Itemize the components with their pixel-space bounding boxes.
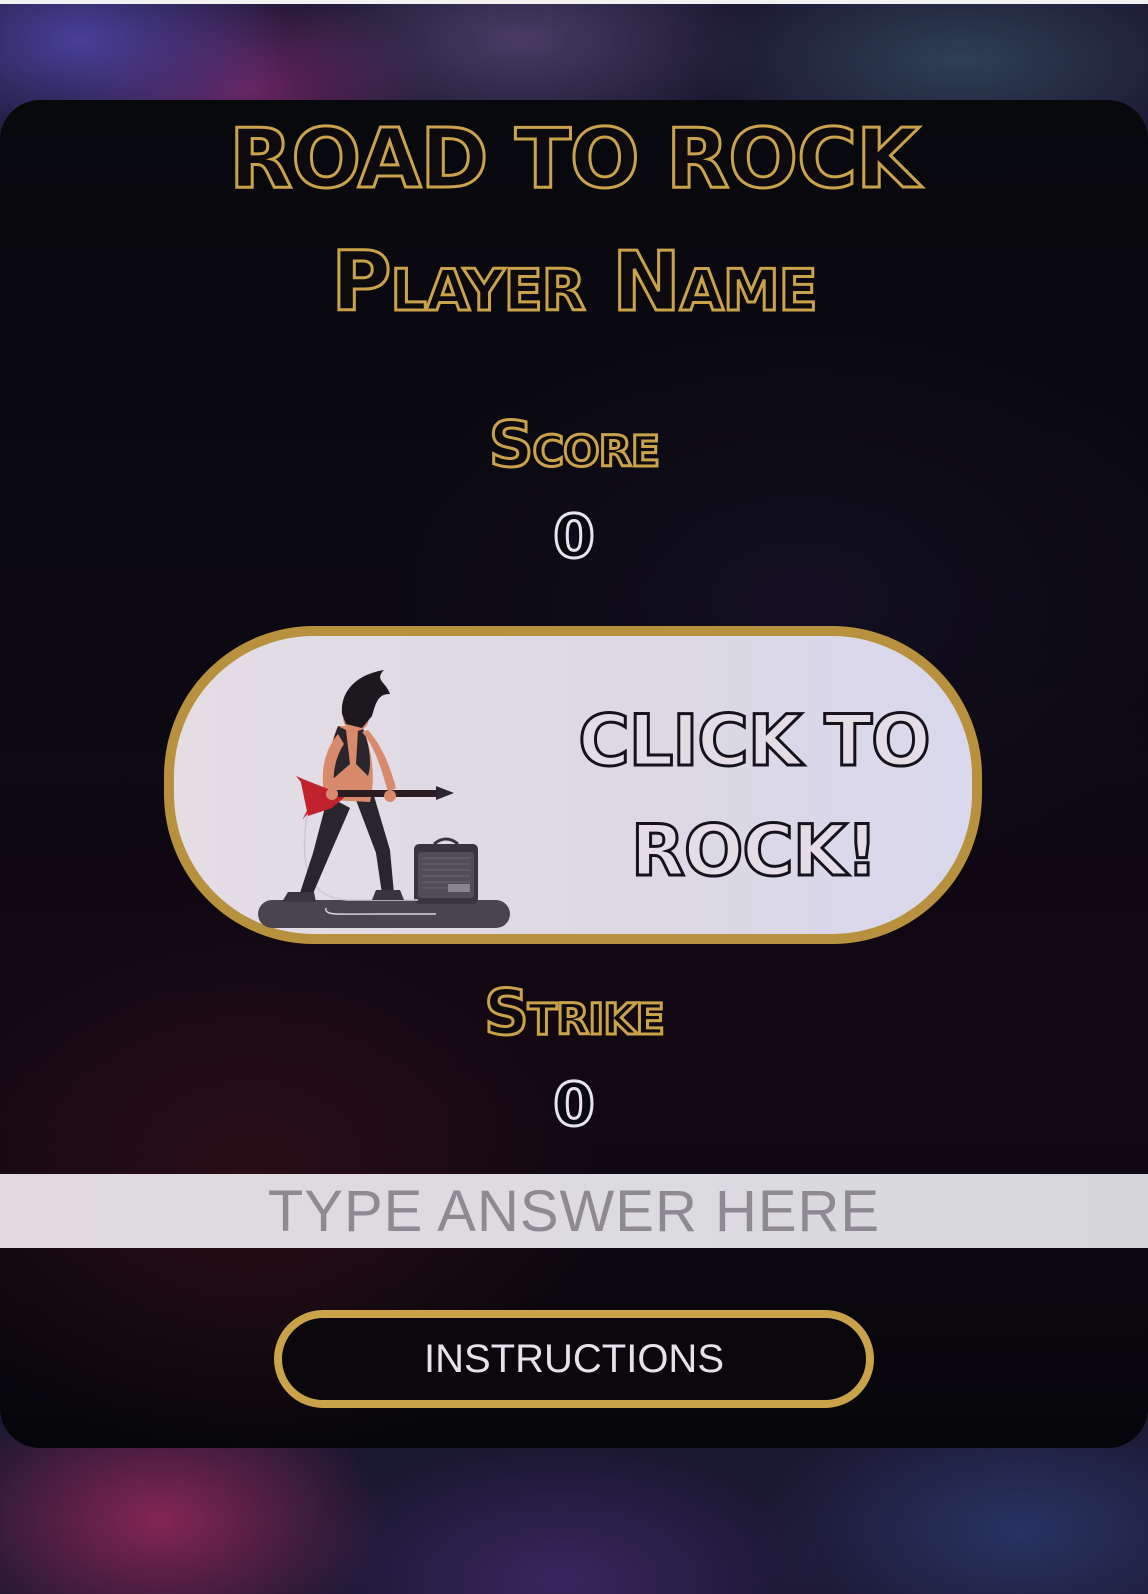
click-to-rock-line1: CLICK TO xyxy=(577,699,932,784)
click-to-rock-line2: ROCK! xyxy=(630,809,880,894)
click-to-rock-button[interactable]: CLICK TO ROCK! xyxy=(164,626,982,944)
top-border-line xyxy=(0,0,1148,4)
strike-value: 0 xyxy=(552,1069,597,1142)
rock-guitarist-illustration xyxy=(258,670,510,928)
strike-label: Strike xyxy=(483,975,667,1051)
click-to-rock-label: CLICK TO ROCK! xyxy=(534,686,974,906)
answer-input[interactable] xyxy=(0,1174,1148,1248)
player-name: Player Name xyxy=(330,234,819,332)
game-title: ROAD TO ROCK xyxy=(228,111,921,209)
instructions-button[interactable]: INSTRUCTIONS xyxy=(274,1310,874,1408)
score-value: 0 xyxy=(552,501,597,574)
score-label: Score xyxy=(487,407,661,483)
